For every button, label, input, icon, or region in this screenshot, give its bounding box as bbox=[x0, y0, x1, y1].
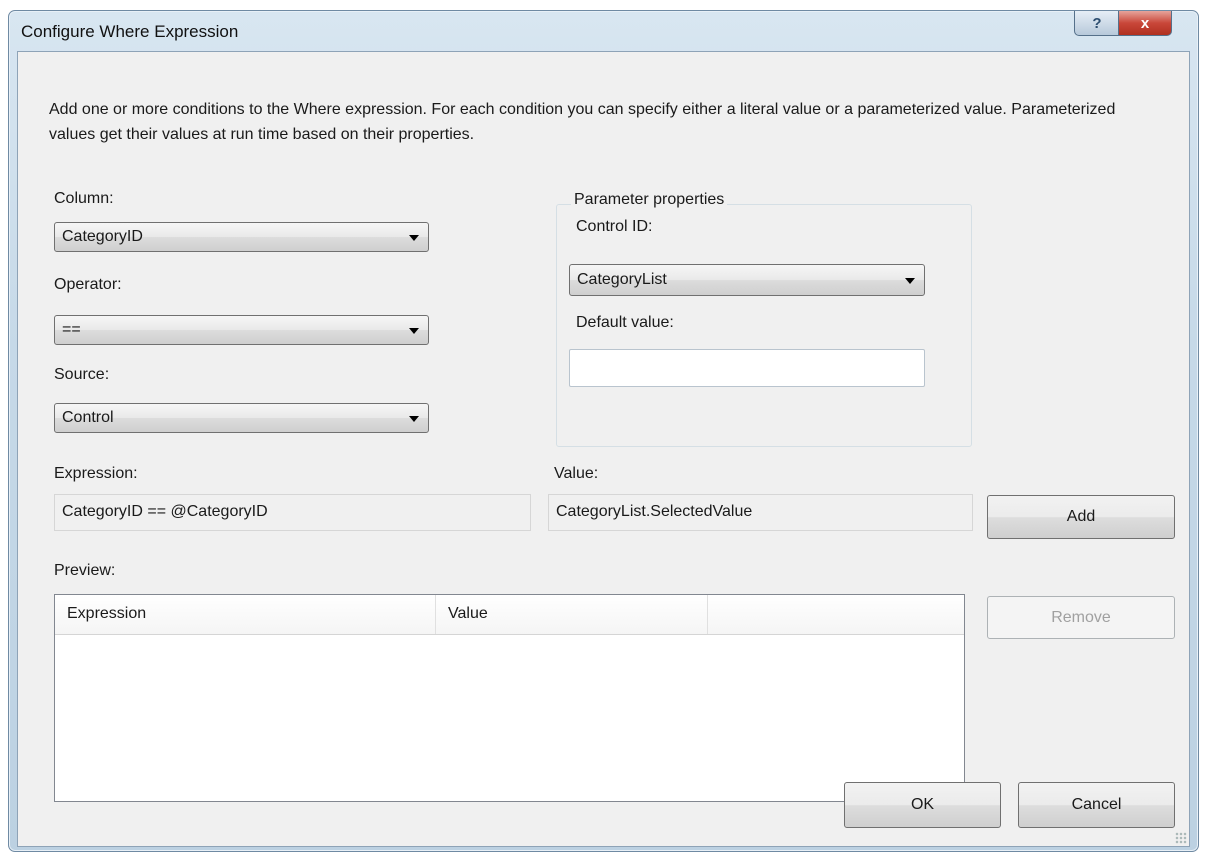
value-field: CategoryList.SelectedValue bbox=[548, 494, 973, 531]
instructions-text: Add one or more conditions to the Where … bbox=[49, 101, 1116, 143]
expression-value: CategoryID == @CategoryID bbox=[62, 503, 268, 520]
parameter-properties-legend: Parameter properties bbox=[571, 191, 728, 209]
operator-dropdown-value: == bbox=[62, 321, 81, 338]
chevron-down-icon bbox=[409, 235, 419, 241]
close-icon: x bbox=[1140, 14, 1150, 32]
dialog-body: Add one or more conditions to the Where … bbox=[17, 51, 1190, 847]
preview-label: Preview: bbox=[54, 562, 116, 579]
column-header-expression[interactable]: Expression bbox=[55, 595, 436, 634]
preview-list-header: Expression Value bbox=[55, 595, 964, 635]
column-header-blank[interactable] bbox=[708, 595, 964, 634]
help-icon: ? bbox=[1092, 14, 1102, 32]
value-value: CategoryList.SelectedValue bbox=[556, 503, 753, 520]
operator-dropdown[interactable]: == bbox=[54, 315, 429, 345]
ok-button[interactable]: OK bbox=[844, 782, 1001, 828]
preview-list[interactable]: Expression Value bbox=[54, 594, 965, 802]
operator-label: Operator: bbox=[54, 276, 122, 293]
title-bar[interactable]: Configure Where Expression ? x bbox=[9, 11, 1198, 51]
expression-field: CategoryID == @CategoryID bbox=[54, 494, 531, 531]
help-button[interactable]: ? bbox=[1074, 11, 1120, 36]
control-id-label: Control ID: bbox=[576, 218, 653, 235]
dialog-window: Configure Where Expression ? x Add one o… bbox=[8, 10, 1199, 852]
resize-grip-icon[interactable] bbox=[1175, 832, 1187, 844]
source-dropdown[interactable]: Control bbox=[54, 403, 429, 433]
source-label: Source: bbox=[54, 366, 110, 383]
default-value-input[interactable] bbox=[569, 349, 925, 387]
column-dropdown-value: CategoryID bbox=[62, 228, 143, 245]
value-label: Value: bbox=[554, 465, 599, 482]
chevron-down-icon bbox=[409, 416, 419, 422]
dialog-title: Configure Where Expression bbox=[21, 22, 239, 41]
control-id-dropdown[interactable]: CategoryList bbox=[569, 264, 925, 296]
remove-button[interactable]: Remove bbox=[987, 596, 1175, 639]
chevron-down-icon bbox=[409, 328, 419, 334]
cancel-button[interactable]: Cancel bbox=[1018, 782, 1175, 828]
expression-label: Expression: bbox=[54, 465, 138, 482]
add-button[interactable]: Add bbox=[987, 495, 1175, 539]
source-dropdown-value: Control bbox=[62, 409, 114, 426]
chevron-down-icon bbox=[905, 278, 915, 284]
close-button[interactable]: x bbox=[1118, 11, 1172, 36]
control-id-dropdown-value: CategoryList bbox=[577, 271, 667, 288]
default-value-label: Default value: bbox=[576, 314, 674, 331]
column-header-value[interactable]: Value bbox=[436, 595, 708, 634]
column-label: Column: bbox=[54, 190, 114, 207]
column-dropdown[interactable]: CategoryID bbox=[54, 222, 429, 252]
